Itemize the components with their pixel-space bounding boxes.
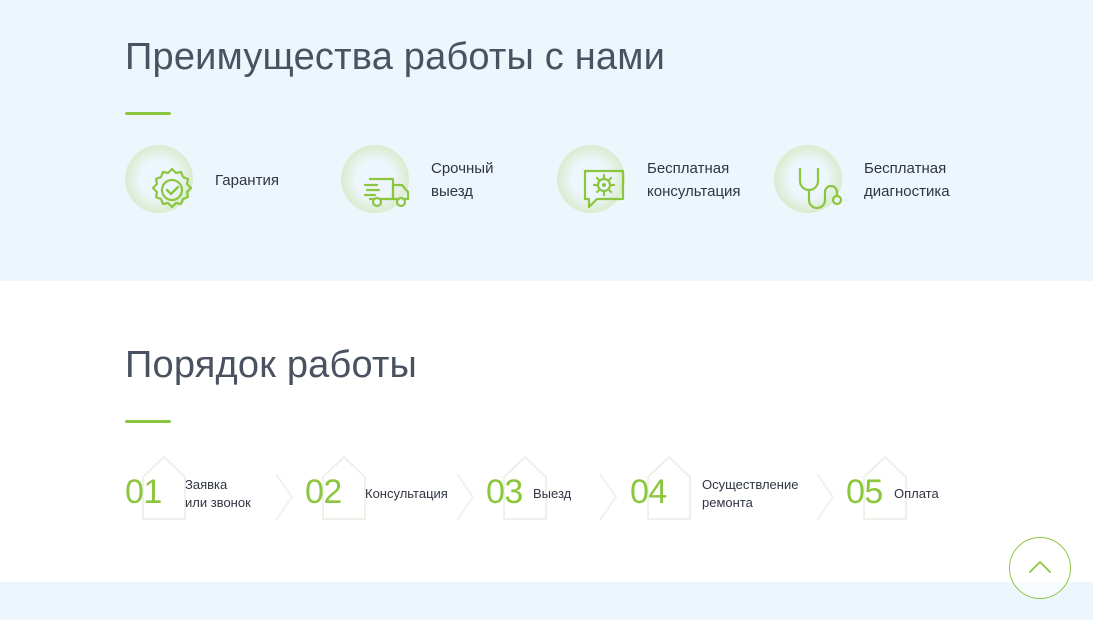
chevron-right-icon xyxy=(599,473,618,521)
workflow-title-underline xyxy=(125,420,171,423)
chevron-right-icon xyxy=(816,473,835,521)
step-number: 02 xyxy=(305,473,342,511)
workflow-step: 04 Осуществление ремонта xyxy=(630,455,820,521)
step-number: 01 xyxy=(125,473,162,511)
workflow-step: 03 Выезд xyxy=(486,455,596,521)
delivery-truck-icon xyxy=(363,177,410,208)
chevron-right-icon xyxy=(275,473,294,521)
step-label: Заявка или звонок xyxy=(185,476,251,512)
advantage-item-guarantee: Гарантия xyxy=(125,145,325,220)
chat-gear-icon xyxy=(583,169,625,209)
step-label-line: или звонок xyxy=(185,495,251,510)
step-label: Осуществление ремонта xyxy=(702,476,798,512)
workflow-section xyxy=(0,281,1093,582)
scroll-to-top-button[interactable] xyxy=(1009,537,1071,599)
workflow-step: 05 Оплата xyxy=(846,455,966,521)
step-label: Выезд xyxy=(533,486,572,501)
advantages-title: Преимущества работы с нами xyxy=(125,36,666,78)
advantage-item-diagnostics: Бесплатная диагностика xyxy=(774,145,984,220)
guarantee-badge-icon xyxy=(151,167,193,209)
workflow-step: 01 Заявка или звонок xyxy=(125,455,275,521)
workflow-step: 02 Консультация xyxy=(305,455,455,521)
next-section-band xyxy=(0,582,1093,620)
advantage-item-urgent: Срочный выезд xyxy=(341,145,541,220)
advantage-label: Бесплатная консультация xyxy=(647,160,741,200)
step-label-line: Заявка xyxy=(185,477,228,492)
chevron-up-icon xyxy=(1029,561,1051,573)
advantage-label: Срочный выезд xyxy=(431,160,494,200)
stethoscope-icon xyxy=(798,167,843,210)
step-number: 03 xyxy=(486,473,523,511)
step-label-line: ремонта xyxy=(702,495,753,510)
workflow-title: Порядок работы xyxy=(125,344,418,386)
step-label-line: Осуществление xyxy=(702,477,799,492)
step-label: Оплата xyxy=(894,486,939,501)
step-number: 04 xyxy=(630,473,667,511)
chevron-right-icon xyxy=(456,473,475,521)
advantages-title-underline xyxy=(125,112,171,115)
advantage-item-consultation: Бесплатная консультация xyxy=(557,145,767,220)
step-number: 05 xyxy=(846,473,883,511)
advantage-label: Бесплатная диагностика xyxy=(864,160,950,200)
advantage-label: Гарантия xyxy=(215,172,279,189)
step-label: Консультация xyxy=(365,486,448,501)
